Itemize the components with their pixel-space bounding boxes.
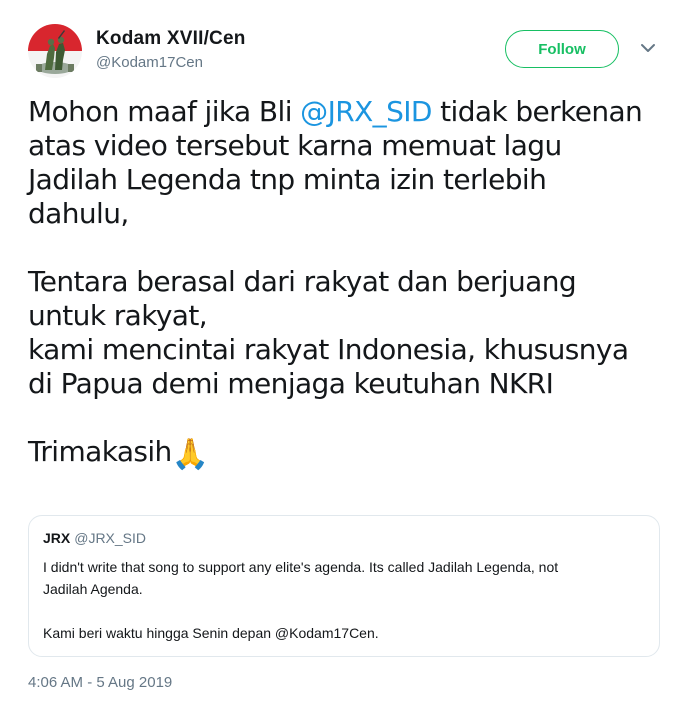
avatar[interactable] [28, 24, 82, 78]
quoted-tweet-header: JRX @JRX_SID [43, 530, 146, 546]
author-name[interactable]: Kodam XVII/Cen [96, 28, 246, 50]
quoted-tweet[interactable]: JRX @JRX_SID I didn't write that song to … [28, 515, 660, 657]
tweet-line: kami mencintai rakyat Indonesia, khususn… [28, 333, 629, 366]
author-handle[interactable]: @Kodam17Cen [96, 54, 203, 71]
follow-button[interactable]: Follow [505, 30, 619, 68]
tweet-line: untuk rakyat, [28, 299, 208, 332]
tweet-text-segment: Trimakasih [28, 435, 172, 468]
tweet-line: dahulu, [28, 197, 129, 230]
tweet-line: Trimakasih🙏 [28, 435, 678, 472]
tweet-line: Tentara berasal dari rakyat dan berjuang [28, 265, 577, 298]
quoted-line: Jadilah Agenda. [43, 581, 143, 597]
tweet-line: di Papua demi menjaga keutuhan NKRI [28, 367, 554, 400]
tweet-text: Mohon maaf jika Bli @JRX_SID tidak berke… [28, 95, 678, 472]
tweet-text-segment: Mohon maaf jika Bli [28, 95, 301, 128]
chevron-down-icon[interactable] [640, 42, 656, 54]
paragraph-break [43, 600, 643, 622]
folded-hands-emoji-icon: 🙏 [171, 437, 209, 472]
tweet-line: Jadilah Legenda tnp minta izin terlebih [28, 163, 547, 196]
paragraph-break [28, 231, 678, 265]
tweet-line: atas video tersebut karna memuat lagu [28, 129, 562, 162]
tweet-text-segment: tidak berkenan [431, 95, 643, 128]
tweet-timestamp[interactable]: 4:06 AM - 5 Aug 2019 [28, 674, 172, 691]
paragraph-break [28, 401, 678, 435]
quoted-author-handle: @JRX_SID [74, 530, 147, 546]
quoted-line: Kami beri waktu hingga Senin depan @Koda… [43, 625, 379, 641]
quoted-author-name: JRX [43, 530, 71, 546]
quoted-line: I didn't write that song to support any … [43, 559, 559, 575]
quoted-tweet-text: I didn't write that song to support any … [43, 556, 643, 644]
military-emblem-icon [28, 24, 82, 78]
tweet-line: Mohon maaf jika Bli @JRX_SID tidak berke… [28, 95, 678, 129]
mention-link[interactable]: @JRX_SID [300, 95, 432, 128]
tweet-card: Kodam XVII/Cen @Kodam17Cen Follow Mohon … [0, 0, 700, 703]
